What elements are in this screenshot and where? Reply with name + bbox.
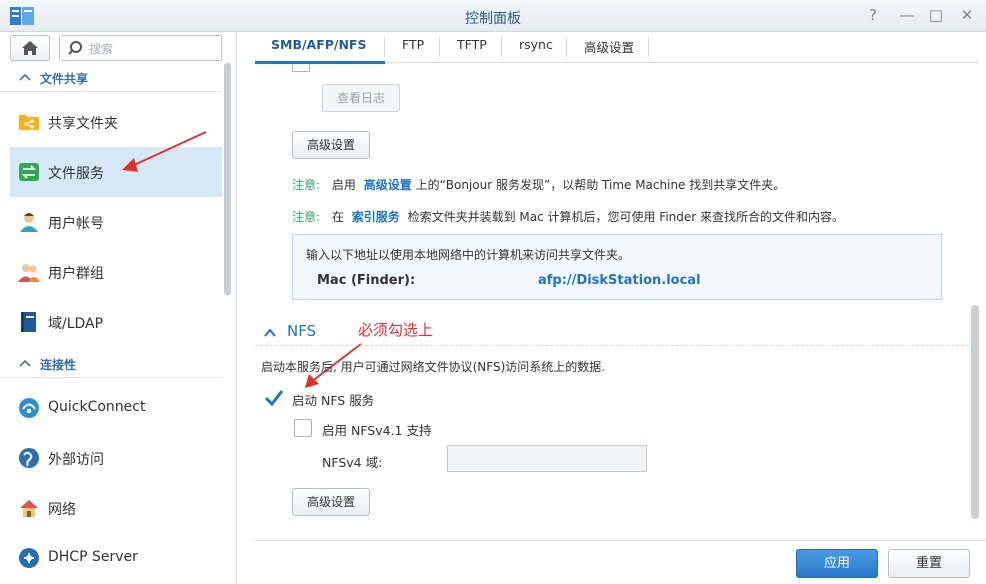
sidebar-item-label: 外部访问 — [48, 452, 104, 468]
title-bar: 控制面板 ? — □ ✕ — [0, 0, 986, 32]
sidebar-item-label: 用户群组 — [48, 266, 104, 282]
user-icon — [20, 213, 38, 232]
note-bonjour: 注意: 启用 高级设置 上的“Bonjour 服务发现”，以帮助 Time Ma… — [292, 176, 785, 193]
sidebar-item-label: 文件服务 — [48, 166, 104, 182]
section-file-sharing[interactable]: 文件共享 — [0, 64, 222, 92]
note-tag: 注意: — [292, 210, 321, 224]
note-text: 启用 — [331, 178, 356, 192]
section-connectivity[interactable]: 连接性 — [0, 350, 222, 378]
checkmark-icon — [264, 390, 284, 407]
indexing-service-link[interactable]: 索引服务 — [352, 210, 400, 224]
checkbox-partial[interactable] — [292, 64, 310, 72]
sidebar-item-label: 共享文件夹 — [48, 116, 118, 132]
main-content: 查看日志 高级设置 注意: 启用 高级设置 上的“Bonjour 服务发现”，以… — [255, 64, 979, 540]
sidebar-item-group[interactable]: 用户群组 — [10, 247, 222, 297]
tab-divider — [501, 37, 502, 57]
note-indexing: 注意: 在 索引服务 检索文件夹并装载到 Mac 计算机后，您可使用 Finde… — [292, 208, 844, 225]
sidebar-item-domain-ldap[interactable]: 域/LDAP — [10, 297, 222, 347]
view-log-button[interactable]: 查看日志 — [322, 84, 400, 112]
dhcp-server-icon — [19, 548, 39, 568]
tab-divider — [648, 37, 649, 57]
afp-advanced-settings-button[interactable]: 高级设置 — [292, 131, 370, 159]
quickconnect-icon — [19, 398, 39, 418]
sidebar-item-user[interactable]: 用户帐号 — [10, 197, 222, 247]
tab-advanced-settings[interactable]: 高级设置 — [584, 37, 634, 59]
search-input[interactable]: 搜索 — [59, 35, 222, 61]
enable-nfs-checkbox[interactable] — [264, 388, 284, 407]
reset-button[interactable]: 重置 — [888, 549, 970, 578]
search-placeholder: 搜索 — [89, 42, 114, 56]
help-icon[interactable]: ? — [864, 6, 882, 24]
file-services-icon — [19, 163, 39, 181]
chevron-up-icon — [264, 328, 276, 337]
group-icon — [18, 264, 40, 282]
window-title: 控制面板 — [465, 11, 521, 27]
home-icon — [22, 41, 38, 55]
chevron-up-icon — [19, 359, 31, 367]
apply-button[interactable]: 应用 — [796, 549, 878, 578]
maximize-icon[interactable]: □ — [927, 6, 945, 24]
footer-divider — [255, 540, 986, 541]
sidebar-item-quickconnect[interactable]: QuickConnect — [10, 383, 222, 433]
sidebar-item-external-access[interactable]: 外部访问 — [10, 433, 222, 483]
sidebar-item-label: 域/LDAP — [48, 316, 104, 332]
tab-tftp[interactable]: TFTP — [457, 37, 487, 59]
note-text: 上的“Bonjour 服务发现”，以帮助 Time Machine 找到共享文件… — [415, 178, 786, 192]
nfsv4-domain-label: NFSv4 域: — [322, 455, 383, 470]
note-tag: 注意: — [292, 178, 321, 192]
enable-nfsv41-label: 启用 NFSv4.1 支持 — [322, 423, 432, 438]
sidebar-item-label: DHCP Server — [48, 549, 138, 565]
section-label: 连接性 — [40, 358, 77, 372]
sidebar-item-network[interactable]: 网络 — [10, 483, 222, 533]
content-scrollbar[interactable] — [971, 305, 979, 519]
info-text: 输入以下地址以使用本地网络中的计算机来访问共享文件夹。 — [306, 248, 631, 262]
tab-divider — [566, 37, 567, 57]
sidebar-item-label: 网络 — [48, 502, 76, 518]
tab-ftp[interactable]: FTP — [402, 37, 424, 59]
chevron-up-icon — [19, 73, 31, 81]
network-icon — [20, 500, 38, 517]
tab-divider — [384, 37, 385, 57]
minimize-icon[interactable]: — — [898, 6, 916, 24]
nfs-section-title: NFS — [287, 322, 317, 340]
external-access-icon — [19, 448, 39, 468]
close-icon[interactable]: ✕ — [958, 6, 976, 24]
note-text: 检索文件夹并装载到 Mac 计算机后，您可使用 Finder 来查找所合的文件和… — [407, 210, 845, 224]
annotation-text: 必须勾选上 — [358, 321, 434, 339]
sidebar-item-dhcp-server[interactable]: DHCP Server — [10, 533, 222, 583]
note-text: 在 — [331, 210, 344, 224]
sidebar-item-label: 用户帐号 — [48, 216, 104, 232]
section-divider — [255, 345, 979, 346]
shared-folder-icon — [19, 115, 39, 130]
tab-smb-afp-nfs[interactable]: SMB/AFP/NFS — [271, 37, 366, 59]
advanced-settings-link[interactable]: 高级设置 — [364, 178, 412, 192]
enable-nfsv41-checkbox[interactable] — [294, 419, 312, 437]
nfsv4-domain-input[interactable] — [447, 445, 647, 472]
domain-ldap-icon — [21, 312, 36, 332]
tab-bar: SMB/AFP/NFS FTP TFTP rsync 高级设置 — [238, 33, 986, 61]
sidebar: 搜索 文件共享 共享文件夹 文件服务 用户帐号 用户群组 域/LDAP 连接性 … — [0, 33, 237, 584]
search-icon — [68, 41, 82, 55]
nfs-advanced-settings-button[interactable]: 高级设置 — [292, 488, 370, 516]
enable-nfs-label: 启动 NFS 服务 — [292, 393, 375, 408]
access-info-box: 输入以下地址以使用本地网络中的计算机来访问共享文件夹。 Mac (Finder)… — [292, 234, 942, 300]
sidebar-item-label: QuickConnect — [48, 399, 146, 415]
annotation-arrow-icon — [122, 131, 207, 172]
mac-finder-label: Mac (Finder): — [317, 273, 416, 288]
home-button[interactable] — [10, 35, 50, 61]
tab-rsync[interactable]: rsync — [519, 37, 553, 59]
nfs-description: 启动本服务后, 用户可通过网络文件协议(NFS)访问系统上的数据. — [261, 360, 606, 374]
sidebar-scrollbar[interactable] — [224, 63, 231, 295]
section-label: 文件共享 — [40, 72, 89, 86]
mac-finder-address[interactable]: afp://DiskStation.local — [538, 273, 701, 288]
tab-divider — [439, 37, 440, 57]
